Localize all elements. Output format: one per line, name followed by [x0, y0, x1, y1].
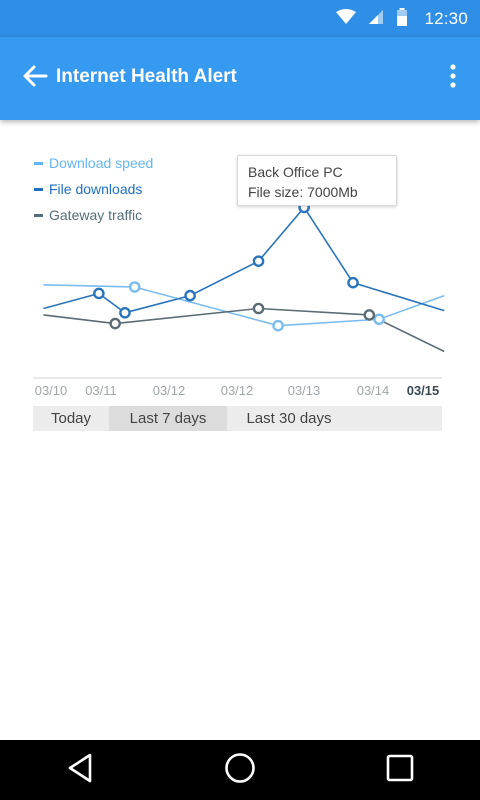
nav-back-button[interactable] — [50, 740, 110, 800]
data-point-file-downloads[interactable] — [93, 287, 105, 300]
tab-today[interactable]: Today — [33, 406, 109, 431]
navigation-bar — [0, 740, 480, 800]
x-tick-label: 03/14 — [357, 383, 390, 398]
wifi-icon — [336, 8, 357, 30]
legend-swatch — [34, 161, 43, 165]
status-bar: 12:30 — [0, 0, 480, 37]
legend-swatch — [34, 213, 43, 217]
data-point-file-downloads[interactable] — [347, 276, 359, 289]
app-bar: Internet Health Alert — [0, 37, 480, 120]
legend-label: File downloads — [49, 181, 143, 197]
x-tick-label: 03/12 — [221, 383, 254, 398]
data-point-file-downloads[interactable] — [119, 306, 131, 319]
x-tick-label: 03/11 — [85, 383, 117, 398]
legend-item-file-downloads[interactable]: File downloads — [34, 176, 153, 202]
back-triangle-icon — [66, 753, 94, 788]
arrow-left-icon — [22, 64, 48, 93]
range-tabs: Today Last 7 days Last 30 days — [33, 406, 442, 431]
tooltip-value: File size: 7000Mb — [248, 184, 358, 200]
chart-legend: Download speed File downloads Gateway tr… — [34, 150, 153, 228]
data-point-file-downloads[interactable] — [184, 289, 196, 302]
app-title: Internet Health Alert — [56, 66, 237, 87]
nav-home-button[interactable] — [210, 740, 270, 800]
data-point-download-speed[interactable] — [373, 313, 385, 326]
x-tick-label: 03/12 — [153, 383, 186, 398]
x-tick-label: 03/15 — [407, 383, 440, 398]
recents-square-icon — [386, 754, 414, 787]
series-line-gateway-traffic — [43, 307, 445, 353]
data-point-download-speed[interactable] — [128, 281, 141, 293]
more-vert-icon — [450, 63, 456, 93]
nav-recents-button[interactable] — [370, 740, 430, 800]
data-point-file-downloads[interactable] — [252, 255, 265, 267]
status-icons: 12:30 — [336, 7, 468, 31]
x-tick-label: 03/13 — [288, 383, 321, 398]
chart-area: 03/10 03/11 03/12 03/12 03/13 03/14 03/15 Down… — [0, 120, 480, 440]
data-point-gateway-traffic[interactable] — [363, 309, 376, 321]
battery-icon — [396, 7, 408, 31]
legend-item-gateway-traffic[interactable]: Gateway traffic — [34, 202, 153, 228]
chart-tooltip: Back Office PC File size: 7000Mb — [237, 155, 397, 206]
status-time: 12:30 — [424, 9, 468, 28]
legend-label: Download speed — [49, 155, 154, 171]
legend-swatch — [34, 187, 43, 191]
legend-label: Gateway traffic — [49, 207, 143, 223]
data-point-gateway-traffic[interactable] — [109, 317, 121, 330]
tooltip-title: Back Office PC — [248, 164, 343, 180]
signal-icon — [368, 9, 384, 30]
tab-last-7-days[interactable]: Last 7 days — [109, 406, 227, 431]
back-button[interactable] — [18, 61, 52, 95]
x-tick-label: 03/10 — [35, 383, 68, 398]
tab-last-30-days[interactable]: Last 30 days — [227, 406, 351, 431]
more-options-button[interactable] — [440, 61, 466, 95]
data-point-download-speed[interactable] — [272, 319, 284, 332]
legend-item-download-speed[interactable]: Download speed — [34, 150, 153, 176]
home-circle-icon — [224, 752, 256, 789]
data-point-gateway-traffic[interactable] — [252, 302, 265, 315]
